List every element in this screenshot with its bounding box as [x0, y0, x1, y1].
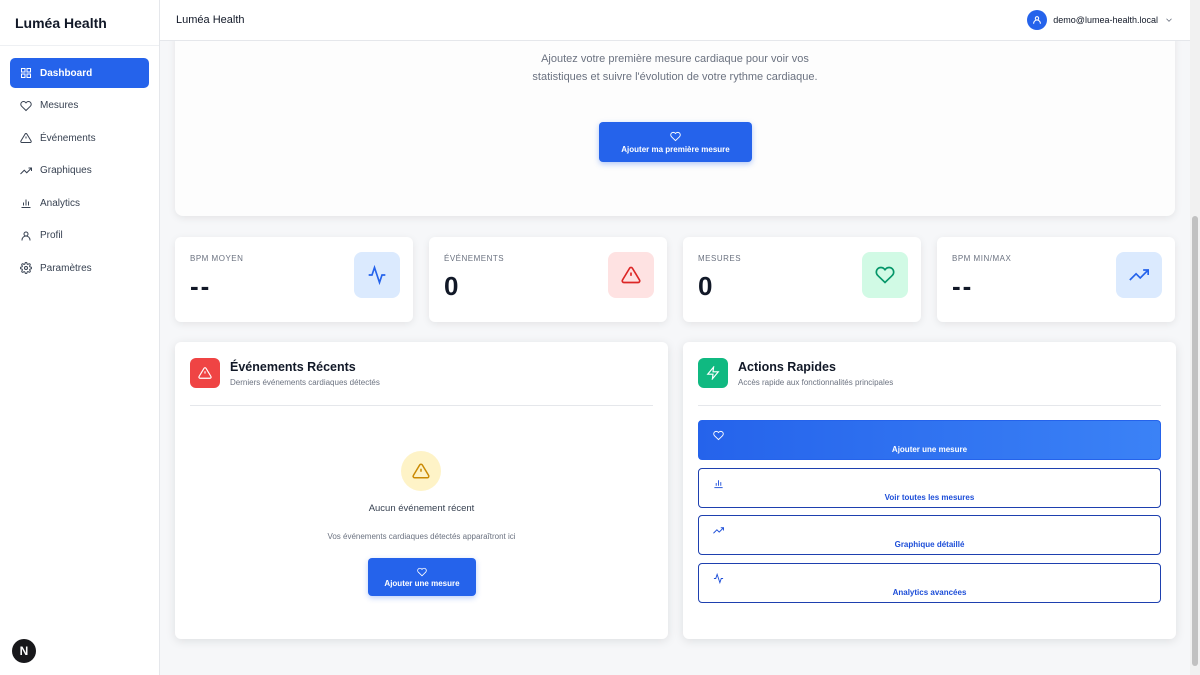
card-title: Événements Récents	[230, 360, 356, 374]
sidebar-item-dashboard[interactable]: Dashboard	[10, 58, 149, 88]
action-detailed-chart-button[interactable]: Graphique détaillé	[698, 515, 1161, 555]
user-icon	[21, 231, 31, 240]
dashboard-icon	[21, 68, 31, 78]
sidebar-nav: Dashboard Mesures Événements Graphiques …	[0, 46, 159, 298]
brand-logo[interactable]: Luméa Health	[0, 0, 159, 46]
heart-icon	[875, 266, 895, 284]
sidebar-item-graphiques[interactable]: Graphiques	[10, 156, 149, 186]
heart-icon	[670, 131, 681, 141]
sidebar-item-parametres[interactable]: Paramètres	[10, 253, 149, 283]
main-content: Ajoutez votre première mesure cardiaque …	[160, 41, 1190, 675]
hero-text: Ajoutez votre première mesure cardiaque …	[532, 53, 818, 83]
empty-title: Aucun événement récent	[368, 503, 475, 514]
card-icon-box	[190, 358, 220, 388]
stat-value: 0	[444, 271, 461, 301]
trend-icon	[713, 527, 724, 534]
sidebar-item-mesures[interactable]: Mesures	[10, 91, 149, 121]
card-icon-box	[698, 358, 728, 388]
action-view-measures-button[interactable]: Voir toutes les mesures	[698, 468, 1161, 508]
card-subtitle: Derniers événements cardiaques détectés	[230, 378, 380, 387]
sidebar: Luméa Health Dashboard Mesures Événement…	[0, 0, 160, 675]
sidebar-item-label: Événements	[40, 132, 96, 144]
heart-icon	[20, 100, 32, 111]
empty-state-hero: Ajoutez votre première mesure cardiaque …	[175, 41, 1175, 216]
warning-icon	[621, 266, 641, 284]
button-label: Ajouter ma première mesure	[621, 144, 730, 154]
stat-card-bpm-avg: BPM MOYEN --	[175, 237, 413, 322]
empty-warning-badge	[401, 451, 441, 491]
card-subtitle: Accès rapide aux fonctionnalités princip…	[738, 378, 894, 387]
lightning-icon	[706, 366, 720, 380]
stat-icon-box	[354, 252, 400, 298]
stat-card-events: ÉVÉNEMENTS 0	[429, 237, 667, 322]
user-icon	[1033, 16, 1042, 24]
bar-chart-icon	[21, 199, 31, 208]
stat-icon-box	[1116, 252, 1162, 298]
bar-chart-icon	[714, 480, 723, 489]
sidebar-item-label: Dashboard	[40, 67, 93, 79]
stat-label: BPM MOYEN	[190, 254, 244, 263]
sidebar-item-label: Analytics	[40, 197, 81, 209]
action-analytics-button[interactable]: Analytics avancées	[698, 563, 1161, 603]
avatar	[1027, 10, 1048, 30]
user-email: demo@lumea-health.local	[1053, 15, 1158, 25]
sidebar-item-label: Paramètres	[40, 262, 92, 274]
sidebar-item-label: Graphiques	[40, 165, 92, 176]
user-menu[interactable]: demo@lumea-health.local	[1027, 10, 1174, 30]
sidebar-item-label: Mesures	[40, 100, 79, 111]
trend-icon	[1129, 269, 1149, 281]
button-label: Ajouter une mesure	[384, 578, 460, 588]
stat-icon-box	[608, 252, 654, 298]
button-label: Graphique détaillé	[894, 540, 965, 549]
stat-icon-box	[862, 252, 908, 298]
recent-events-card: Événements Récents Derniers événements c…	[175, 342, 668, 639]
sidebar-item-label: Profil	[40, 230, 63, 241]
stat-card-measures: MESURES 0	[683, 237, 921, 322]
quick-actions-card: Actions Rapides Accès rapide aux fonctio…	[683, 342, 1176, 639]
heart-icon	[417, 567, 427, 576]
card-header: Actions Rapides Accès rapide aux fonctio…	[698, 358, 1161, 406]
heart-icon	[713, 430, 724, 441]
page-title: Luméa Health	[176, 14, 245, 26]
stat-value: --	[952, 271, 974, 301]
dev-badge[interactable]: N	[12, 639, 36, 663]
button-label: Analytics avancées	[892, 588, 967, 597]
pulse-icon	[368, 265, 386, 285]
sidebar-item-profil[interactable]: Profil	[10, 221, 149, 251]
gear-icon	[20, 262, 32, 274]
button-label: Ajouter une mesure	[891, 445, 968, 454]
pulse-icon	[713, 573, 724, 584]
stat-card-bpm-minmax: BPM MIN/MAX --	[937, 237, 1175, 322]
stat-label: BPM MIN/MAX	[952, 254, 1012, 263]
trend-icon	[20, 167, 32, 174]
add-first-measure-button[interactable]: Ajouter ma première mesure	[599, 122, 752, 162]
card-header: Événements Récents Derniers événements c…	[190, 358, 653, 406]
sidebar-item-evenements[interactable]: Événements	[10, 123, 149, 153]
warning-icon	[198, 367, 212, 379]
action-add-measure-button[interactable]: Ajouter une mesure	[698, 420, 1161, 460]
card-title: Actions Rapides	[738, 360, 836, 374]
chevron-down-icon	[1166, 18, 1172, 22]
stat-value: --	[190, 271, 212, 301]
stat-label: ÉVÉNEMENTS	[444, 254, 505, 263]
sidebar-item-analytics[interactable]: Analytics	[10, 188, 149, 218]
warning-icon	[20, 132, 32, 143]
top-header: Luméa Health demo@lumea-health.local	[160, 0, 1190, 41]
warning-icon	[412, 463, 430, 479]
scrollbar-thumb[interactable]	[1192, 216, 1198, 666]
stat-value: 0	[698, 271, 715, 301]
empty-text: Vos événements cardiaques détectés appar…	[327, 532, 516, 541]
button-label: Voir toutes les mesures	[884, 493, 975, 502]
stat-label: MESURES	[698, 254, 742, 263]
add-measure-button[interactable]: Ajouter une mesure	[368, 558, 476, 596]
page-scrollbar[interactable]	[1190, 0, 1200, 675]
